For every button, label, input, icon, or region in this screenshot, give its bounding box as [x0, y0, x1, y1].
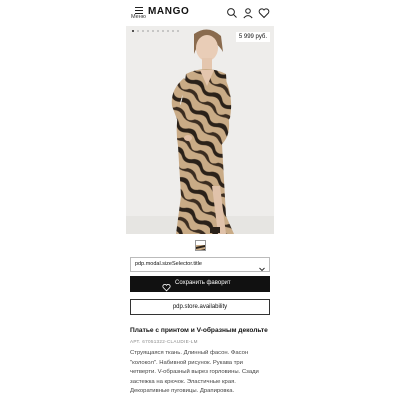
- size-selector[interactable]: pdp.modal.sizeSelector.title: [130, 257, 270, 272]
- product-title: Платье с принтом и V-образным декольте: [130, 327, 268, 334]
- heart-icon: [162, 279, 171, 292]
- pagination-dot[interactable]: [151, 30, 155, 33]
- store-availability-label: pdp.store.availability: [172, 304, 228, 310]
- product-page: Меню MANGO 5 999 руб. pdp.modal.sizeSele…: [126, 0, 274, 400]
- description-line: четверти. V-образный вырез горловины. Сз…: [130, 369, 259, 376]
- menu-button[interactable]: Меню: [130, 3, 150, 23]
- pagination-dot[interactable]: [166, 30, 170, 33]
- description-line: "колокол". Набивной рисунок. Рукава три: [130, 359, 243, 366]
- menu-label: Меню: [131, 14, 146, 20]
- price-badge: 5 999 руб.: [235, 32, 270, 42]
- size-selector-label: pdp.modal.sizeSelector.title: [135, 261, 202, 267]
- heart-icon[interactable]: [258, 6, 270, 19]
- pagination-dot[interactable]: [161, 30, 165, 33]
- pagination-dot[interactable]: [171, 30, 175, 33]
- description-line: застежка на крючок. Эластичные края.: [130, 378, 236, 385]
- search-icon[interactable]: [226, 6, 238, 18]
- pagination-dot[interactable]: [156, 30, 160, 33]
- model-photo: [126, 26, 274, 234]
- description-line: Струящаяся ткань. Длинный фасон. Фасон: [130, 350, 249, 356]
- product-description: Струящаяся ткань. Длинный фасон. Фасон "…: [130, 349, 270, 397]
- header: Меню MANGO: [126, 0, 274, 26]
- chevron-down-icon: [258, 260, 266, 272]
- pagination-dot[interactable]: [136, 30, 140, 33]
- pagination-dot[interactable]: [176, 30, 180, 33]
- pagination-dot[interactable]: [132, 30, 135, 33]
- product-image[interactable]: 5 999 руб.: [126, 26, 274, 234]
- pagination-dot[interactable]: [141, 30, 145, 33]
- user-icon[interactable]: [242, 6, 254, 19]
- gallery-pagination[interactable]: [132, 30, 182, 34]
- product-reference: АРТ. 67051322-CLAUDIE-LM: [130, 339, 198, 344]
- logo[interactable]: MANGO: [148, 6, 189, 17]
- description-line: Декоративные пуговицы. Драпировка.: [130, 388, 235, 395]
- pagination-dot[interactable]: [146, 30, 150, 33]
- color-swatch[interactable]: [195, 240, 206, 251]
- save-favorite-label: Сохранить фаворит: [175, 280, 231, 286]
- save-favorite-button[interactable]: Сохранить фаворит: [130, 276, 270, 292]
- store-availability-button[interactable]: pdp.store.availability: [130, 299, 270, 315]
